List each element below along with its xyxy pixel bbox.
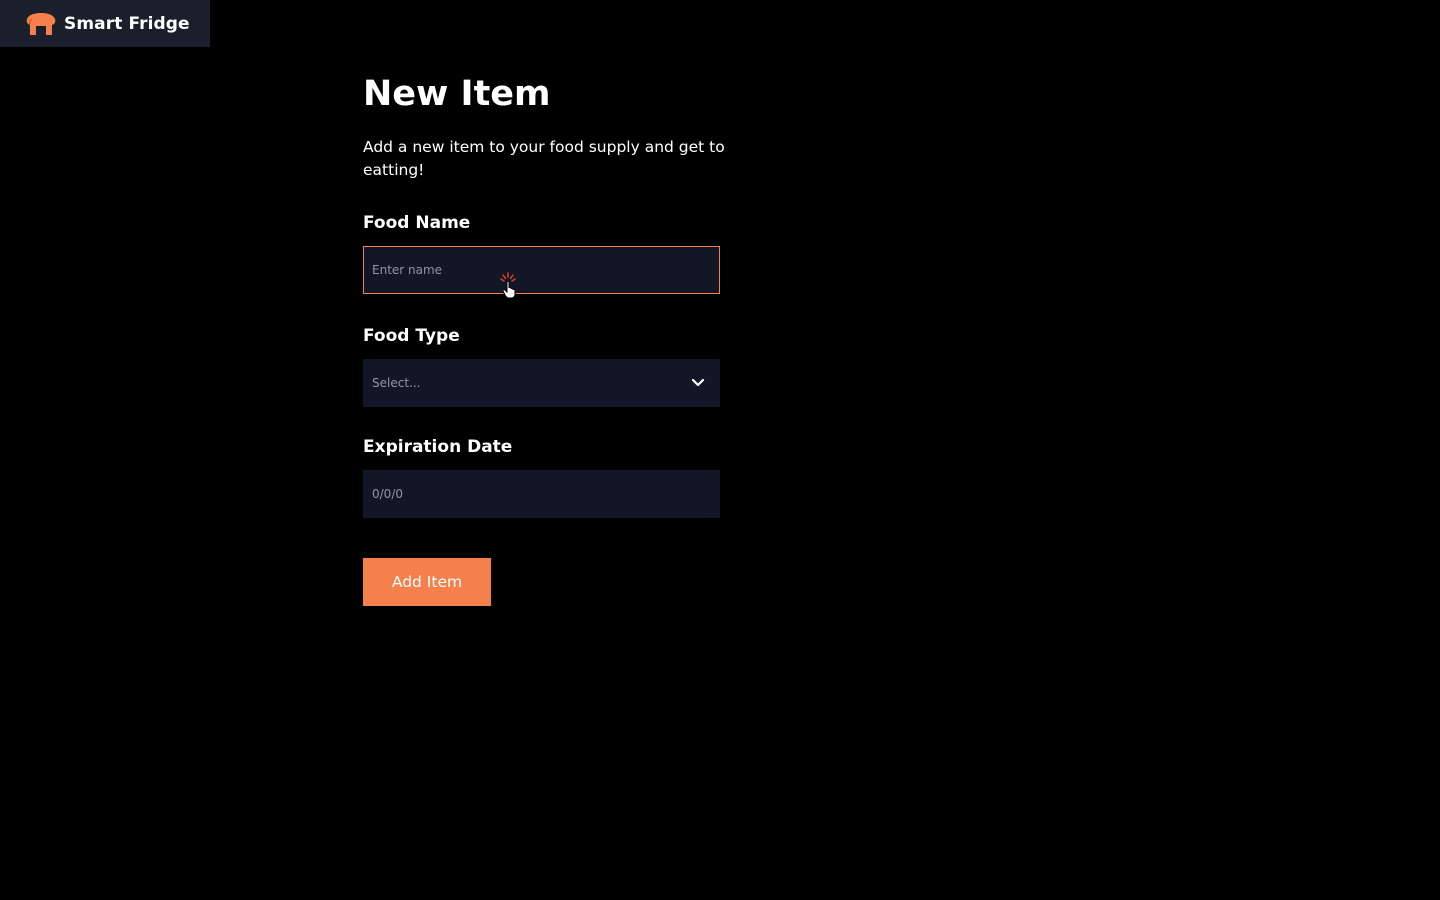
food-name-label: Food Name xyxy=(363,213,471,233)
food-name-input[interactable] xyxy=(363,246,720,294)
app-name: Smart Fridge xyxy=(64,13,190,34)
page-subtitle: Add a new item to your food supply and g… xyxy=(363,138,725,179)
add-item-button[interactable]: Add Item xyxy=(363,558,491,606)
expiration-date-label: Expiration Date xyxy=(363,437,513,457)
page-title: New Item xyxy=(363,74,551,114)
chevron-down-icon xyxy=(691,378,705,387)
food-type-label: Food Type xyxy=(363,326,460,346)
food-type-selected-value: Select... xyxy=(372,376,421,390)
bread-icon xyxy=(26,12,56,35)
new-item-form: New Item Add a new item to your food sup… xyxy=(363,72,743,606)
app-brand[interactable]: Smart Fridge xyxy=(0,0,210,47)
expiration-date-input[interactable] xyxy=(363,470,720,518)
food-type-select[interactable]: Select... xyxy=(363,359,720,407)
